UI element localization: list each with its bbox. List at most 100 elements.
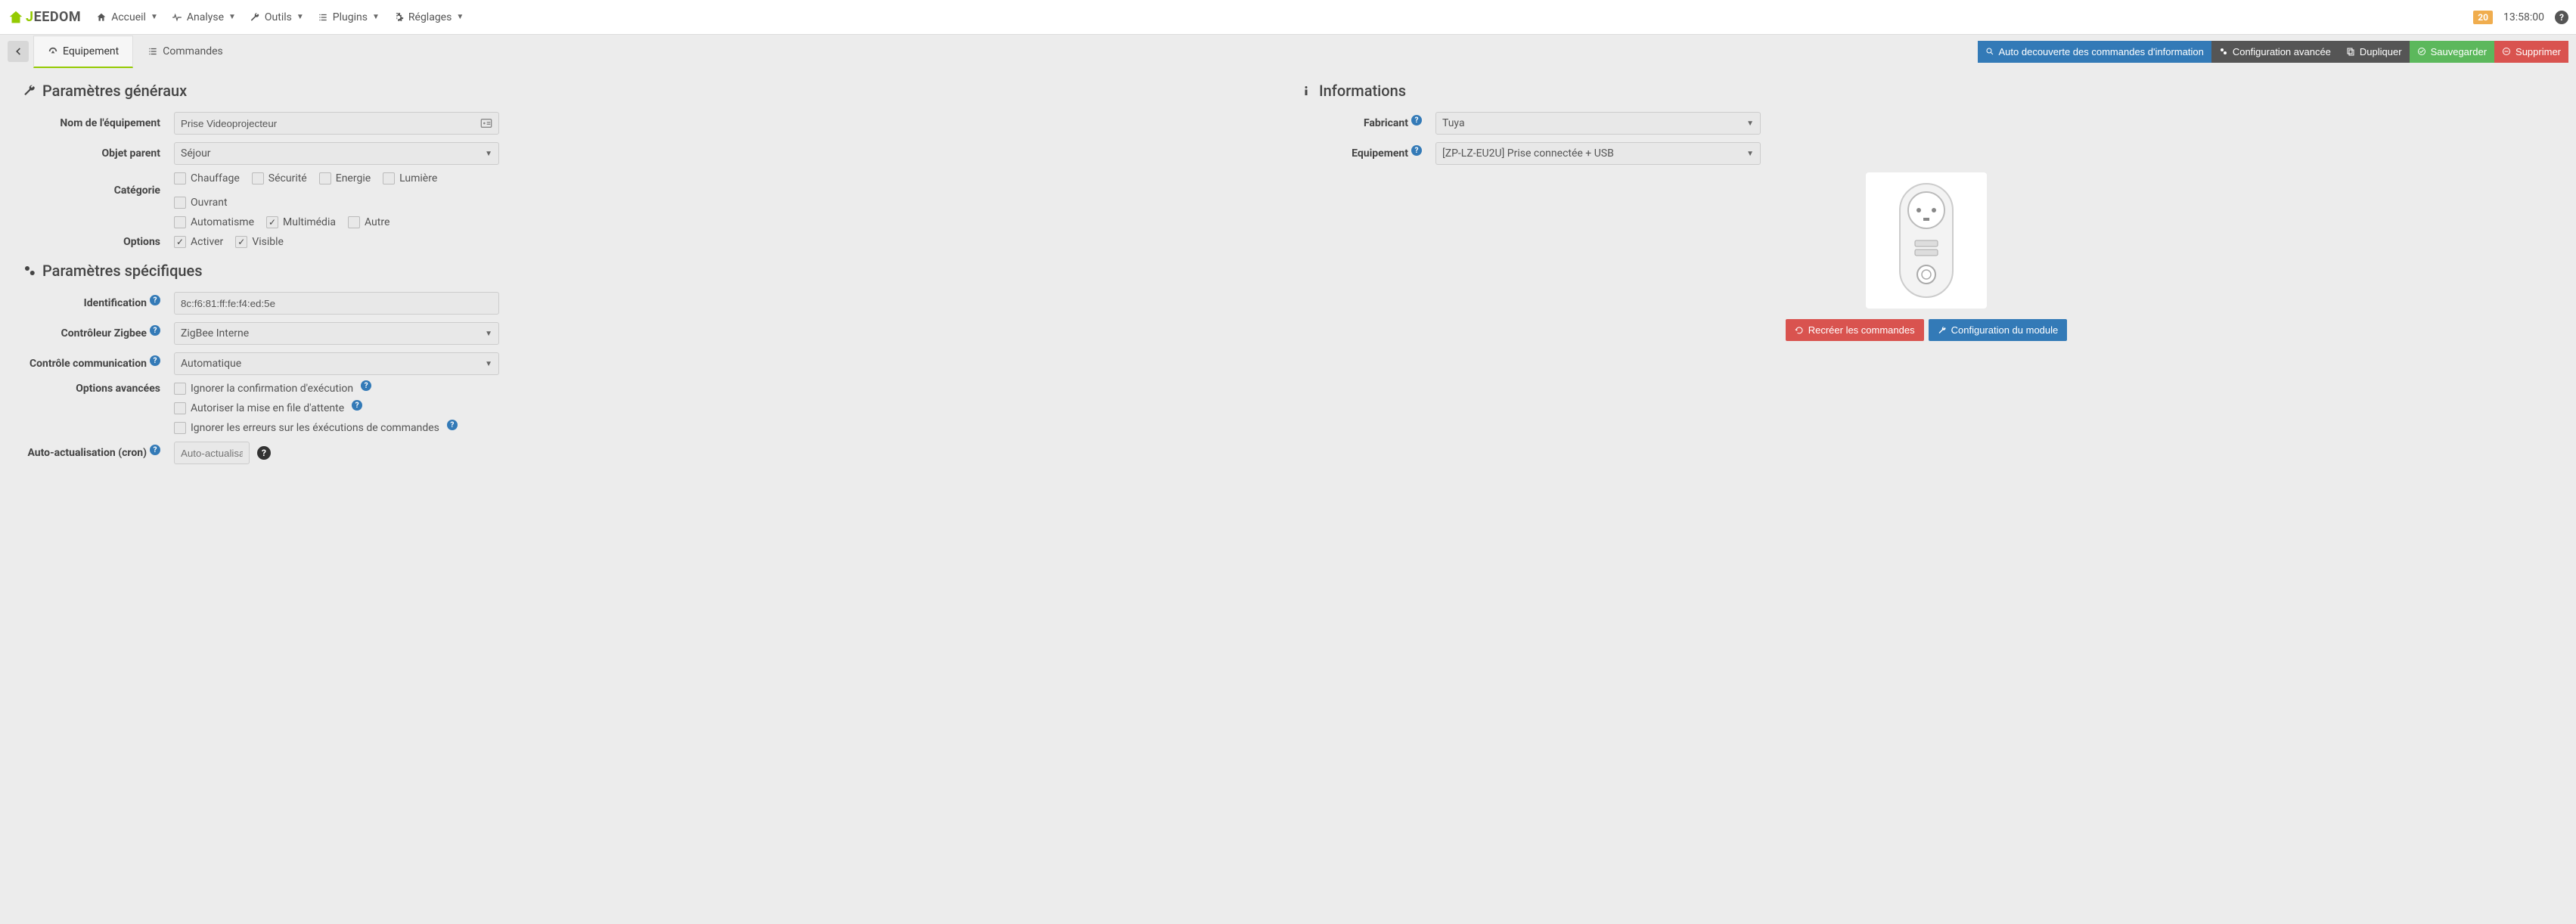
equipment-info-label: Equipement? (1299, 147, 1435, 160)
parent-object-label: Objet parent (23, 147, 174, 160)
logo[interactable]: JEEDOM (8, 9, 81, 26)
module-config-label: Configuration du module (1951, 324, 2059, 336)
device-image (1866, 172, 1987, 309)
save-button[interactable]: Sauvegarder (2410, 41, 2494, 63)
advanced-config-label: Configuration avancée (2233, 46, 2331, 57)
caret-down-icon: ▼ (485, 150, 492, 158)
cogs-icon (2219, 47, 2228, 56)
arrow-left-icon (13, 46, 23, 57)
back-button[interactable] (8, 41, 29, 62)
card-icon[interactable] (480, 117, 492, 129)
category-chauffage[interactable]: Chauffage (174, 172, 240, 184)
communication-control-select[interactable]: Automatique ▼ (174, 352, 499, 375)
advanced-config-button[interactable]: Configuration avancée (2211, 41, 2339, 63)
category-energie[interactable]: Energie (319, 172, 371, 184)
nav-analyse-label: Analyse (187, 11, 224, 23)
help-icon[interactable]: ? (361, 380, 371, 391)
option-visible[interactable]: Visible (235, 236, 284, 248)
caret-down-icon: ▼ (456, 13, 464, 21)
opt-allow-queue[interactable]: Autoriser la mise en file d'attente? (174, 402, 499, 414)
checkbox-icon (174, 236, 186, 248)
category-lumiere[interactable]: Lumière (383, 172, 437, 184)
option-activer[interactable]: Activer (174, 236, 223, 248)
module-config-button[interactable]: Configuration du module (1929, 319, 2068, 341)
list-icon (318, 12, 328, 23)
caret-down-icon: ▼ (1746, 150, 1754, 158)
equipment-name-label: Nom de l'équipement (23, 117, 174, 129)
top-menu: Accueil ▼ Analyse ▼ Outils ▼ Plugins ▼ R… (96, 11, 2473, 23)
help-icon[interactable]: ? (352, 400, 362, 411)
category-autre[interactable]: Autre (348, 216, 390, 228)
category-multimedia[interactable]: Multimédia (266, 216, 336, 228)
parent-object-value: Séjour (181, 147, 211, 160)
cron-input[interactable] (174, 442, 250, 464)
tab-commandes-label: Commandes (163, 45, 223, 57)
identification-input[interactable] (174, 292, 499, 315)
recreate-commands-label: Recréer les commandes (1808, 324, 1915, 336)
manufacturer-select[interactable]: Tuya ▼ (1435, 112, 1761, 135)
tab-equipement-label: Equipement (63, 45, 119, 57)
checkbox-icon (252, 172, 264, 184)
category-ouvrant[interactable]: Ouvrant (174, 197, 228, 209)
help-icon[interactable]: ? (1411, 115, 1422, 126)
nav-plugins[interactable]: Plugins ▼ (318, 11, 380, 23)
logo-icon (8, 9, 24, 26)
opt-ignore-errors[interactable]: Ignorer les erreurs sur les éxécutions d… (174, 422, 1277, 434)
caret-down-icon: ▼ (151, 13, 158, 21)
checkbox-icon (174, 383, 186, 395)
checkbox-icon (348, 216, 360, 228)
home-icon (96, 12, 107, 23)
action-bar: Equipement Commandes Auto decouverte des… (0, 35, 2576, 68)
device-action-buttons: Recréer les commandes Configuration du m… (1786, 319, 2068, 341)
help-icon[interactable]: ? (150, 445, 160, 455)
nav-home[interactable]: Accueil ▼ (96, 11, 158, 23)
nav-reglages-label: Réglages (408, 11, 452, 23)
parent-object-select[interactable]: Séjour ▼ (174, 142, 499, 165)
category-automatisme[interactable]: Automatisme (174, 216, 254, 228)
minus-circle-icon (2502, 47, 2511, 56)
help-icon[interactable]: ? (150, 355, 160, 366)
delete-button[interactable]: Supprimer (2494, 41, 2568, 63)
help-icon[interactable]: ? (150, 295, 160, 305)
category-securite[interactable]: Sécurité (252, 172, 307, 184)
nav-outils-label: Outils (265, 11, 292, 23)
save-label: Sauvegarder (2431, 46, 2487, 57)
nav-home-label: Accueil (111, 11, 146, 23)
info-icon (1299, 84, 1313, 98)
equipment-info-select[interactable]: [ZP-LZ-EU2U] Prise connectée + USB ▼ (1435, 142, 1761, 165)
wrench-icon (1938, 326, 1947, 335)
duplicate-button[interactable]: Dupliquer (2339, 41, 2410, 63)
action-buttons: Auto decouverte des commandes d'informat… (1978, 41, 2568, 63)
help-button[interactable]: ? (2555, 11, 2568, 24)
nav-outils[interactable]: Outils ▼ (250, 11, 304, 23)
advanced-options-label: Options avancées (23, 383, 174, 395)
checkbox-icon (174, 197, 186, 209)
help-icon[interactable]: ? (150, 325, 160, 336)
equipment-name-input[interactable] (181, 113, 480, 134)
opt-ignore-exec-confirm[interactable]: Ignorer la confirmation d'exécution? (174, 383, 499, 395)
cron-label: Auto-actualisation (cron)? (23, 447, 174, 459)
help-icon[interactable]: ? (1411, 145, 1422, 156)
caret-down-icon: ▼ (296, 13, 304, 21)
manufacturer-value: Tuya (1442, 117, 1465, 129)
gear-icon (393, 12, 404, 23)
checkbox-icon (174, 402, 186, 414)
zigbee-controller-select[interactable]: ZigBee Interne ▼ (174, 322, 499, 345)
checkbox-icon (383, 172, 395, 184)
search-icon (1985, 47, 1994, 56)
equipment-info-value: [ZP-LZ-EU2U] Prise connectée + USB (1442, 147, 1614, 160)
zigbee-controller-value: ZigBee Interne (181, 327, 249, 340)
checkbox-icon (174, 422, 186, 434)
recreate-commands-button[interactable]: Recréer les commandes (1786, 319, 1924, 341)
tab-equipement[interactable]: Equipement (33, 36, 133, 68)
help-icon[interactable]: ? (447, 420, 458, 430)
dashboard-icon (48, 46, 58, 57)
caret-down-icon: ▼ (228, 13, 236, 21)
auto-discover-button[interactable]: Auto decouverte des commandes d'informat… (1978, 41, 2211, 63)
tab-commandes[interactable]: Commandes (133, 36, 237, 68)
notification-badge[interactable]: 20 (2473, 11, 2493, 24)
nav-reglages[interactable]: Réglages ▼ (393, 11, 464, 23)
nav-analyse[interactable]: Analyse ▼ (172, 11, 236, 23)
checkbox-icon (319, 172, 331, 184)
help-icon[interactable]: ? (257, 446, 271, 460)
